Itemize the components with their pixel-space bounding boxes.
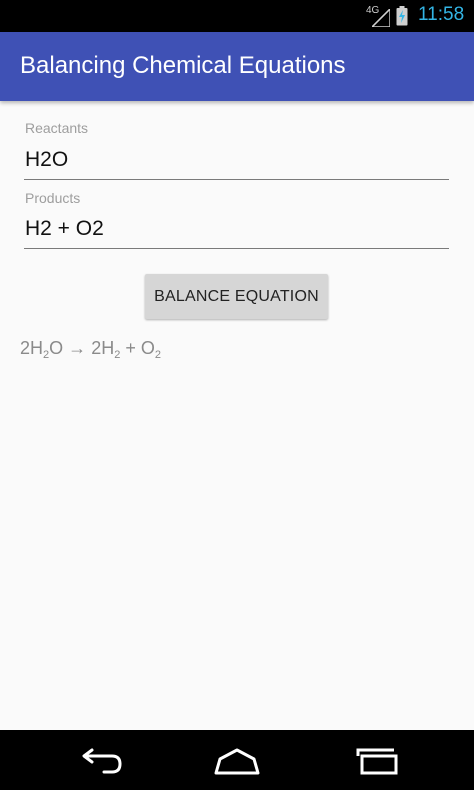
status-clock: 11:58 — [418, 4, 465, 25]
plus-sign: + — [125, 338, 136, 358]
reactant-coefficient: 2 — [20, 338, 31, 358]
product-coefficient: 2 — [91, 338, 102, 358]
reactant-element-h: H — [30, 338, 44, 358]
recent-apps-icon[interactable] — [352, 746, 402, 776]
balance-equation-button[interactable]: BALANCE EQUATION — [145, 274, 328, 319]
battery-charging-icon — [396, 6, 408, 26]
product-subscript-h: 2 — [114, 349, 121, 361]
status-bar: 4G 11:58 — [0, 0, 474, 32]
reactants-input[interactable] — [24, 144, 449, 180]
products-input[interactable] — [24, 213, 449, 249]
reactants-label: Reactants — [25, 120, 89, 136]
balanced-equation-result: 2H2O → 2H2 + O2 — [20, 338, 161, 361]
products-label: Products — [25, 190, 81, 206]
reactant-element-o: O — [49, 338, 64, 358]
product-subscript-o: 2 — [154, 349, 162, 361]
app-bar: Balancing Chemical Equations — [0, 32, 474, 101]
reaction-arrow: → — [68, 338, 87, 358]
app-title: Balancing Chemical Equations — [20, 52, 346, 79]
back-icon[interactable] — [74, 746, 124, 776]
signal-icon — [372, 9, 390, 27]
product-element-o: O — [140, 338, 155, 358]
home-icon[interactable] — [212, 746, 262, 776]
product-element-h: H — [101, 338, 115, 358]
navigation-bar — [0, 730, 474, 790]
